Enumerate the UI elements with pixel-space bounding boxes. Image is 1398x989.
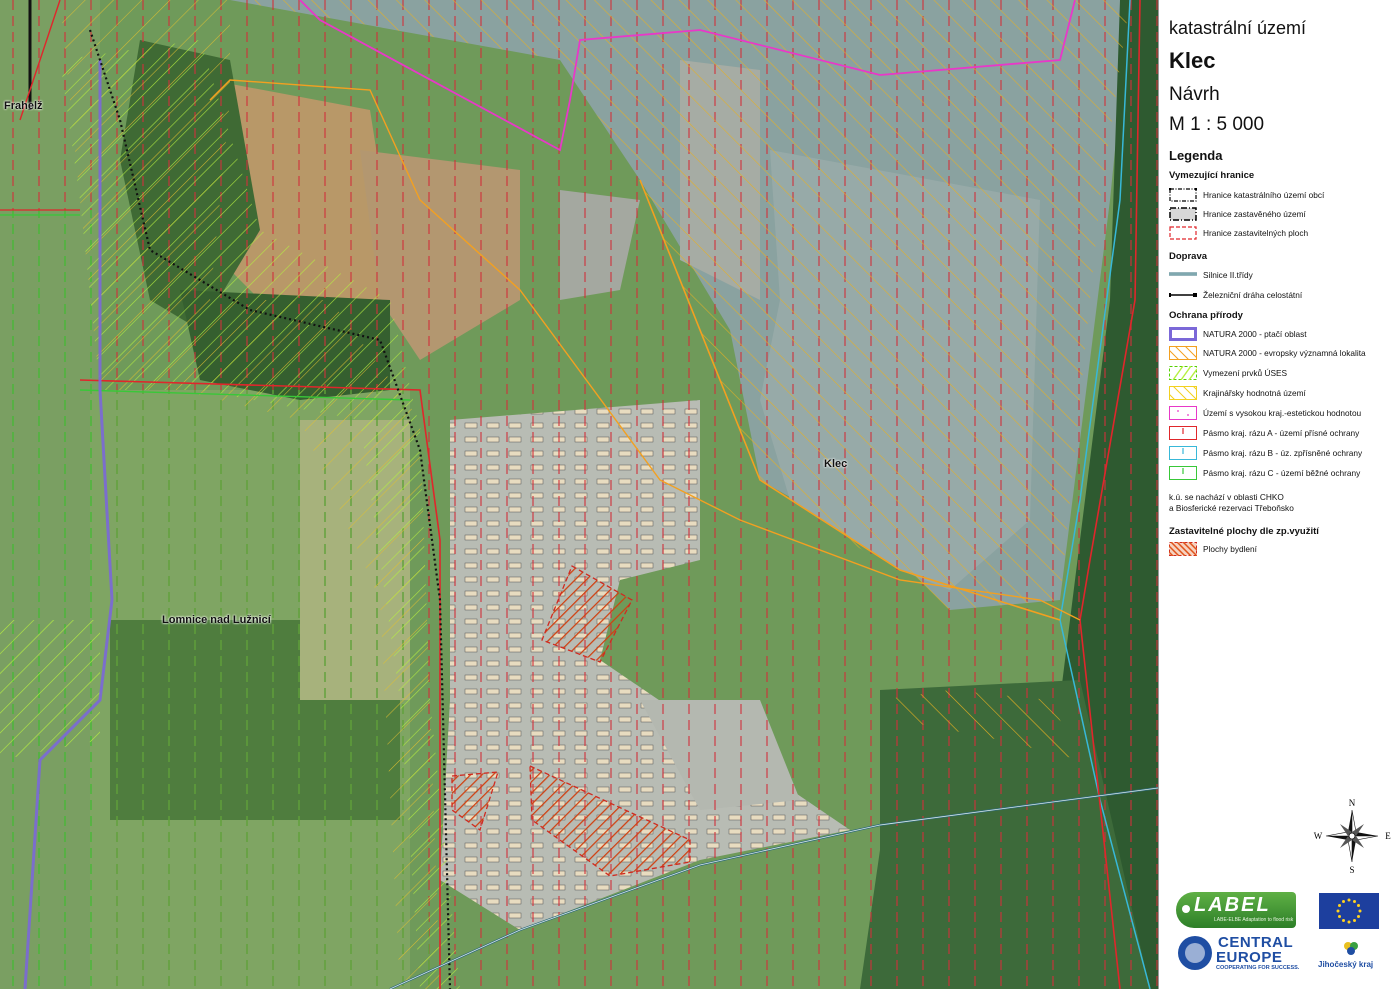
map-canvas (0, 0, 1158, 989)
legend-title: Legenda (1169, 148, 1223, 163)
svg-text:N: N (1349, 798, 1356, 808)
legend-section-nature: Ochrana přírody (1169, 310, 1243, 321)
region-logo: Jihočeský kraj (1318, 940, 1384, 974)
central-europe-logo: CENTRAL EUROPE COOPERATING FOR SUCCESS. (1176, 934, 1308, 974)
map-scale: M 1 : 5 000 (1169, 114, 1265, 135)
place-label-klec: Klec (824, 458, 848, 470)
legend-section-zoning: Zastavitelné plochy dle zp.využití (1169, 526, 1319, 537)
legend-item-built-area: Hranice zastavěného území (1169, 207, 1397, 223)
legend-item-railway: Železniční dráha celostátní (1169, 288, 1397, 304)
region-emblem-icon (1344, 942, 1358, 955)
legend-item-zone-b: Pásmo kraj. rázu B - úz. zpřísněné ochra… (1169, 446, 1397, 462)
eu-flag-icon (1319, 893, 1379, 929)
legend-item-buildable-area: Hranice zastavitelných ploch (1169, 226, 1397, 242)
plan-status: Návrh (1169, 84, 1220, 105)
legend-item-landscape-value: Krajinářsky hodnotná území (1169, 386, 1397, 402)
legend-item-cadastral-boundary: Hranice katastrálního území obcí (1169, 188, 1397, 204)
legend-item-uses: Vymezení prvků ÚSES (1169, 366, 1397, 382)
area-label: katastrální území (1169, 18, 1307, 38)
legend-item-natura-bird: NATURA 2000 - ptačí oblast (1169, 327, 1397, 343)
place-label-lomnice: Lomnice nad Lužnicí (162, 614, 271, 626)
chko-note: k.ú. se nachází v oblasti CHKO a Biosfer… (1169, 492, 1294, 513)
area-name: Klec (1169, 48, 1216, 73)
svg-text:W: W (1314, 831, 1323, 841)
legend-section-transport: Doprava (1169, 251, 1208, 262)
legend-item-natura-site: NATURA 2000 - evropsky významná lokalita (1169, 346, 1397, 362)
label-project-logo: LABEL LABE-ELBE Adaptation to flood risk (1176, 892, 1296, 928)
legend-item-zone-c: Pásmo kraj. rázu C - území běžné ochrany (1169, 466, 1397, 482)
map-view[interactable]: Frahelž Lomnice nad Lužnicí Klec (0, 0, 1158, 989)
zone-c-hatch (0, 210, 100, 989)
legend-item-zone-a: Pásmo kraj. rázu A - území přísné ochran… (1169, 426, 1397, 442)
legend-section-boundaries: Vymezující hranice (1169, 170, 1255, 181)
place-label-frahelz: Frahelž (4, 100, 43, 112)
svg-text:E: E (1385, 831, 1391, 841)
legend-item-road: Silnice II.třídy (1169, 270, 1253, 280)
north-arrow-icon: N S E W (1314, 798, 1392, 875)
legend-item-aesthetic-value: Území s vysokou kraj.-estetickou hodnoto… (1169, 406, 1397, 422)
legend-item-housing: Plochy bydlení (1169, 542, 1397, 558)
svg-text:S: S (1349, 865, 1354, 875)
